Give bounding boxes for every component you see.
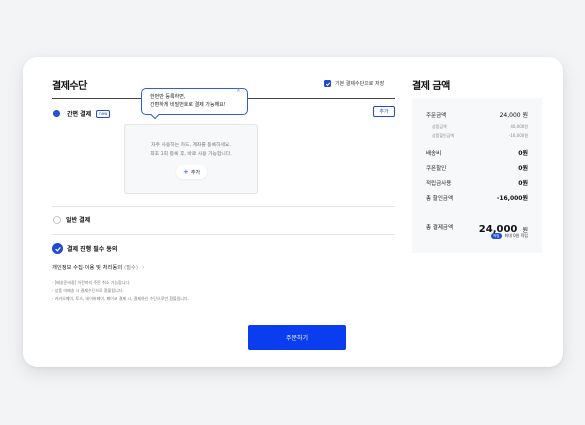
order-amount-row: 주문금액 24,000 원 [426, 110, 528, 119]
privacy-label: 개인정보 수집·이용 및 처리동의 [52, 265, 123, 271]
add-card-label: 추가 [190, 169, 201, 176]
simple-pay-option[interactable]: 간편 결제 new [53, 109, 111, 118]
coupon-label: 쿠폰할인 [426, 165, 447, 172]
add-card-chip[interactable]: + 추가 [176, 165, 208, 179]
reward-text: 최대 0원 적립 [504, 233, 529, 238]
new-badge: new [96, 109, 111, 118]
card-empty-box: 자주 사용하는 카드, 계좌를 등록하세요. 최초 1회 등록 후, 바로 사용… [124, 124, 258, 194]
plus-icon: + [183, 167, 189, 176]
privacy-required: (필수) [124, 265, 138, 271]
coupon-value: 0원 [518, 165, 528, 172]
points-label: 적립금사용 [426, 180, 452, 187]
add-payment-button[interactable]: 추가 [373, 106, 395, 117]
privacy-consent-link[interactable]: 개인정보 수집·이용 및 처리동의 (필수) › [52, 263, 145, 272]
product-amount-label: 상품금액 [432, 124, 447, 129]
total-discount-label: 총 할인금액 [426, 195, 454, 202]
divider [52, 206, 395, 207]
product-discount-value: -16,000원 [508, 133, 528, 138]
empty-line-2: 최초 1회 등록 후, 바로 사용 가능합니다. [150, 152, 232, 157]
simple-pay-label: 간편 결제 [67, 111, 92, 118]
agree-check[interactable] [52, 243, 63, 254]
general-pay-label: 일반 결제 [66, 217, 91, 224]
points-row: 적립금사용 0원 [426, 178, 528, 187]
check-icon [325, 81, 330, 86]
agree-option[interactable]: 결제 진행 필수 동의 [52, 243, 117, 254]
default-method-label: 기본 결제수단으로 저장 [335, 81, 385, 87]
total-label: 총 결제금액 [426, 224, 454, 231]
product-amount-row: 상품금액 40,000원 [426, 124, 528, 130]
empty-line-1: 자주 사용하는 카드, 계좌를 등록하세요. [151, 143, 231, 148]
check-icon [54, 246, 61, 252]
divider [52, 234, 395, 235]
shipping-value: 0원 [518, 150, 528, 157]
general-pay-radio[interactable] [53, 215, 61, 224]
shipping-row: 배송비 0원 [426, 148, 528, 157]
total-discount-value: -16,000원 [496, 195, 528, 202]
product-discount-row: 상품할인금액 -16,000원 [426, 133, 528, 139]
default-method-option[interactable]: 기본 결제수단으로 저장 [324, 80, 384, 87]
note-item: - [배송준비중] 이전까지 주문 취소 가능합니다. [52, 280, 131, 285]
payment-summary-box: 주문금액 24,000 원 상품금액 40,000원 상품할인금액 -16,00… [412, 98, 542, 253]
order-notes: - [배송준비중] 이전까지 주문 취소 가능합니다. - 상품 미배송 시 결… [52, 279, 189, 303]
chevron-right-icon: › [141, 263, 145, 271]
points-value: 0원 [518, 180, 528, 187]
payment-amount-title: 결제 금액 [412, 81, 450, 92]
note-item: - 상품 미배송 시 결제수단으로 환불됩니다. [52, 288, 124, 293]
note-item: - 카카오페이, 토스, 네이버페이, 페이코 결제 시, 결제하신 수단으로만… [52, 296, 190, 301]
shipping-label: 배송비 [426, 150, 442, 157]
order-amount-label: 주문금액 [426, 112, 447, 119]
order-amount-value: 24,000 원 [499, 112, 528, 119]
product-amount-value: 40,000원 [510, 124, 528, 129]
total-discount-row: 총 할인금액 -16,000원 [426, 193, 528, 202]
tooltip-line-1: 한번만 등록하면, [150, 94, 186, 100]
agree-label: 결제 진행 필수 동의 [67, 246, 118, 253]
general-pay-option[interactable]: 일반 결제 [53, 215, 90, 224]
tooltip-close-icon[interactable]: × [236, 87, 241, 94]
reward-chip: 적립 [491, 233, 502, 239]
product-discount-label: 상품할인금액 [432, 133, 455, 138]
coupon-row: 쿠폰할인 0원 [426, 163, 528, 172]
register-tooltip: 한번만 등록하면, 간편하게 비밀번호로 결제 가능해요! [141, 88, 248, 115]
order-button[interactable]: 주문하기 [248, 325, 346, 350]
payment-method-title: 결제수단 [52, 81, 87, 92]
reward-row: 적립 최대 0원 적립 [426, 233, 528, 239]
simple-pay-radio[interactable] [53, 110, 60, 117]
tooltip-line-2: 간편하게 비밀번호로 결제 가능해요! [150, 102, 226, 108]
checkout-card: 결제수단 기본 결제수단으로 저장 간편 결제 new 추가 한번만 등록하면,… [23, 57, 563, 367]
default-method-checkbox[interactable] [324, 80, 331, 87]
